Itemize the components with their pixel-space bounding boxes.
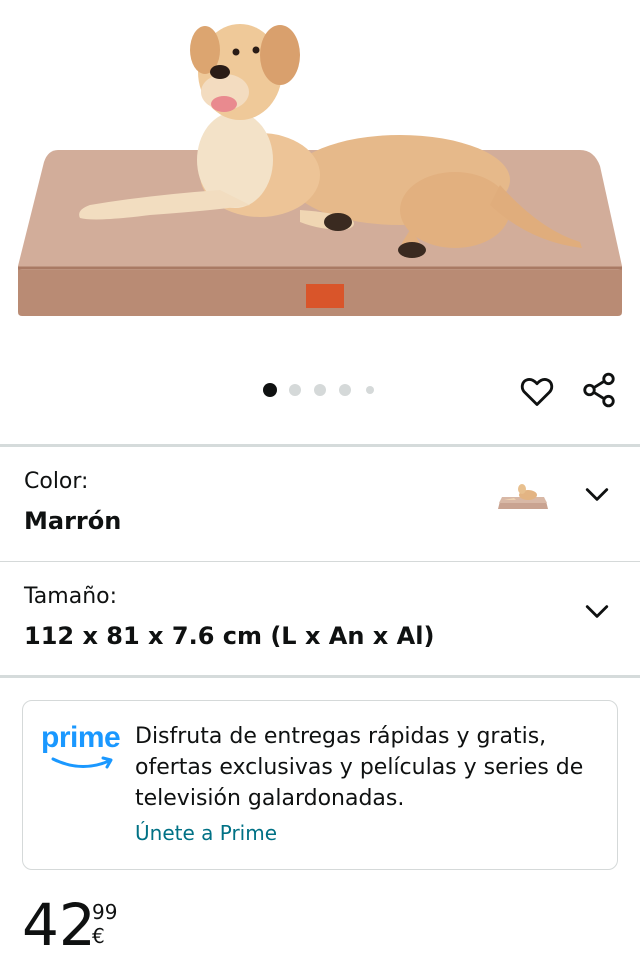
chevron-down-icon[interactable]	[584, 602, 610, 622]
divider	[0, 675, 640, 678]
size-selector[interactable]: Tamaño: 112 x 81 x 7.6 cm (L x An x Al)	[0, 562, 640, 675]
size-value: 112 x 81 x 7.6 cm (L x An x Al)	[24, 622, 435, 650]
color-label: Color:	[24, 469, 89, 494]
color-selector[interactable]: Color: Marrón	[0, 447, 640, 561]
prime-smile-icon	[51, 756, 113, 769]
carousel-dot-active[interactable]	[263, 383, 277, 397]
size-label: Tamaño:	[24, 584, 118, 609]
prime-logo-text: prime	[41, 721, 121, 754]
carousel-dot[interactable]	[314, 384, 326, 396]
carousel-dot[interactable]	[366, 386, 374, 394]
share-icon[interactable]	[580, 370, 618, 410]
color-thumbnail	[498, 484, 548, 509]
prime-logo: prime	[39, 721, 125, 773]
price-whole: 42	[22, 891, 96, 959]
carousel-dot[interactable]	[289, 384, 301, 396]
join-prime-link[interactable]: Únete a Prime	[135, 821, 277, 845]
price-fraction: 99 €	[92, 900, 118, 948]
carousel-dot[interactable]	[339, 384, 351, 396]
product-image[interactable]	[0, 0, 640, 345]
heart-icon[interactable]	[518, 372, 556, 410]
chevron-down-icon[interactable]	[584, 485, 610, 505]
prime-banner[interactable]: prime Disfruta de entregas rápidas y gra…	[22, 700, 618, 870]
prime-message: Disfruta de entregas rápidas y gratis, o…	[135, 724, 584, 811]
color-value: Marrón	[24, 507, 122, 535]
